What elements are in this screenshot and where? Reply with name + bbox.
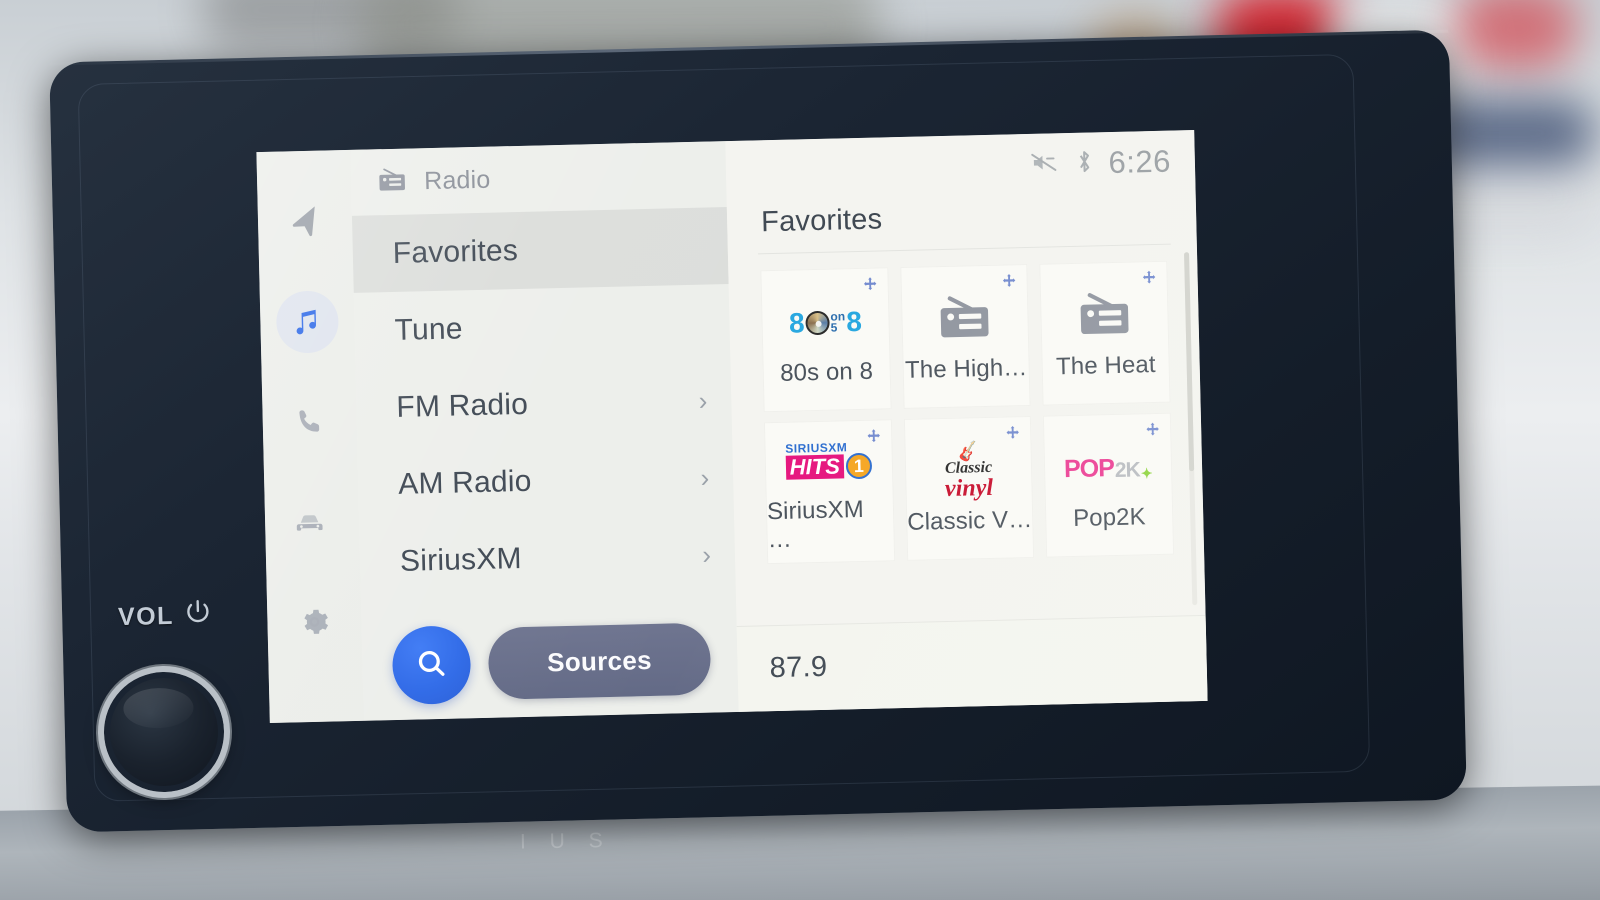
status-bar: 6:26: [725, 130, 1195, 203]
logo-80s-on-8: 8 on 5 8: [788, 305, 863, 339]
power-icon[interactable]: [182, 597, 213, 635]
drag-move-icon[interactable]: [1002, 273, 1017, 293]
screenshot-scene: I U S VOL Radio Favorites Tune FM Radio …: [0, 0, 1600, 900]
tile-artwork: POP 2K ✦: [1063, 437, 1153, 499]
list-item-siriusxm[interactable]: SiriusXM ›: [359, 515, 736, 601]
tile-label: SiriusXM …: [766, 495, 865, 554]
source-list-panel: Radio Favorites Tune FM Radio › AM Radio: [350, 141, 739, 721]
drag-move-icon[interactable]: [866, 428, 881, 448]
favorite-tile[interactable]: The High…: [899, 263, 1031, 409]
clock: 6:26: [1108, 143, 1172, 181]
tile-label: Classic V…: [906, 505, 1033, 536]
grid-scrollbar-track[interactable]: [1184, 252, 1198, 606]
list-item-am-radio[interactable]: AM Radio ›: [357, 438, 734, 524]
app-rail: [256, 149, 364, 723]
tile-artwork: [1076, 286, 1133, 347]
list-item-label: SiriusXM: [399, 541, 523, 578]
navigation-arrow-icon: [288, 205, 323, 240]
sources-button[interactable]: Sources: [487, 622, 712, 700]
list-item-favorites[interactable]: Favorites: [351, 207, 729, 293]
favorites-grid-scroll[interactable]: 8 on 5 8 80s on 8 The High… The Heat SIR…: [728, 244, 1206, 626]
tile-artwork: 🎸 Classic vinyl: [944, 439, 994, 502]
chevron-right-icon: ›: [700, 462, 710, 493]
infotainment-screen: Radio Favorites Tune FM Radio › AM Radio: [256, 130, 1208, 723]
phone-icon: [293, 406, 326, 439]
bluetooth-icon: [1075, 148, 1093, 179]
favorites-grid: 8 on 5 8 80s on 8 The High… The Heat SIR…: [760, 260, 1175, 565]
list-item-label: AM Radio: [397, 464, 532, 501]
music-note-icon: [290, 305, 325, 340]
list-item-label: Favorites: [392, 233, 519, 270]
drag-move-icon[interactable]: [862, 277, 877, 297]
favorite-tile[interactable]: 8 on 5 8 80s on 8: [760, 267, 892, 413]
tile-artwork: SIRIUSXM HITS 1: [785, 430, 873, 492]
mute-icon: [1029, 150, 1060, 180]
logo-pop2k: POP 2K ✦: [1063, 453, 1153, 483]
drag-move-icon[interactable]: [1005, 425, 1020, 445]
tile-artwork: 8 on 5 8: [788, 292, 863, 354]
list-item-label: FM Radio: [396, 387, 529, 424]
rail-item-vehicle[interactable]: [280, 490, 343, 553]
favorite-tile[interactable]: SIRIUSXM HITS 1 SiriusXM …: [763, 419, 895, 565]
search-button[interactable]: [391, 625, 472, 706]
chevron-right-icon: ›: [701, 539, 712, 570]
grid-scrollbar-thumb[interactable]: [1184, 252, 1195, 472]
source-list-header: Radio: [350, 141, 726, 216]
drag-move-icon[interactable]: [1141, 270, 1156, 290]
list-item-label: Tune: [394, 311, 464, 347]
logo-classic-vinyl: 🎸 Classic vinyl: [944, 439, 994, 502]
source-list-header-label: Radio: [423, 165, 491, 195]
now-playing-bar[interactable]: 87.9: [736, 614, 1208, 712]
list-action-bar: Sources: [361, 604, 738, 721]
content-panel: 6:26 Favorites 8 on 5 8 80s on 8 The Hig…: [725, 130, 1208, 712]
gear-icon: [298, 606, 331, 639]
tile-label: Pop2K: [1072, 503, 1146, 532]
tile-label: 80s on 8: [779, 357, 874, 387]
list-item-fm-radio[interactable]: FM Radio ›: [356, 361, 733, 447]
rail-item-phone[interactable]: [278, 390, 341, 453]
vol-text: VOL: [117, 601, 175, 632]
rail-item-settings[interactable]: [283, 590, 346, 653]
tile-artwork: [936, 289, 993, 350]
tile-label: The Heat: [1055, 351, 1156, 381]
rail-item-navigation[interactable]: [273, 190, 336, 253]
background-red-sign-2: [1455, 0, 1577, 70]
radio-generic-icon: [1076, 289, 1133, 343]
chevron-right-icon: ›: [698, 385, 708, 416]
rail-item-media[interactable]: [275, 290, 340, 354]
tile-label: The High…: [904, 354, 1028, 384]
favorite-tile[interactable]: The Heat: [1039, 260, 1171, 406]
search-icon: [413, 645, 450, 685]
radio-icon: [377, 166, 408, 198]
now-playing-frequency: 87.9: [769, 650, 828, 685]
source-list-rows: Favorites Tune FM Radio › AM Radio › Sir…: [351, 207, 736, 613]
volume-label-group: VOL: [118, 597, 214, 636]
logo-siriusxm-hits-1: SIRIUSXM HITS 1: [785, 440, 873, 481]
favorite-tile[interactable]: POP 2K ✦ Pop2K: [1043, 412, 1175, 558]
radio-generic-icon: [936, 292, 993, 346]
drag-move-icon[interactable]: [1145, 422, 1160, 442]
car-icon: [294, 506, 331, 537]
favorite-tile[interactable]: 🎸 Classic vinyl Classic V…: [903, 415, 1035, 561]
list-item-tune[interactable]: Tune: [354, 284, 731, 370]
